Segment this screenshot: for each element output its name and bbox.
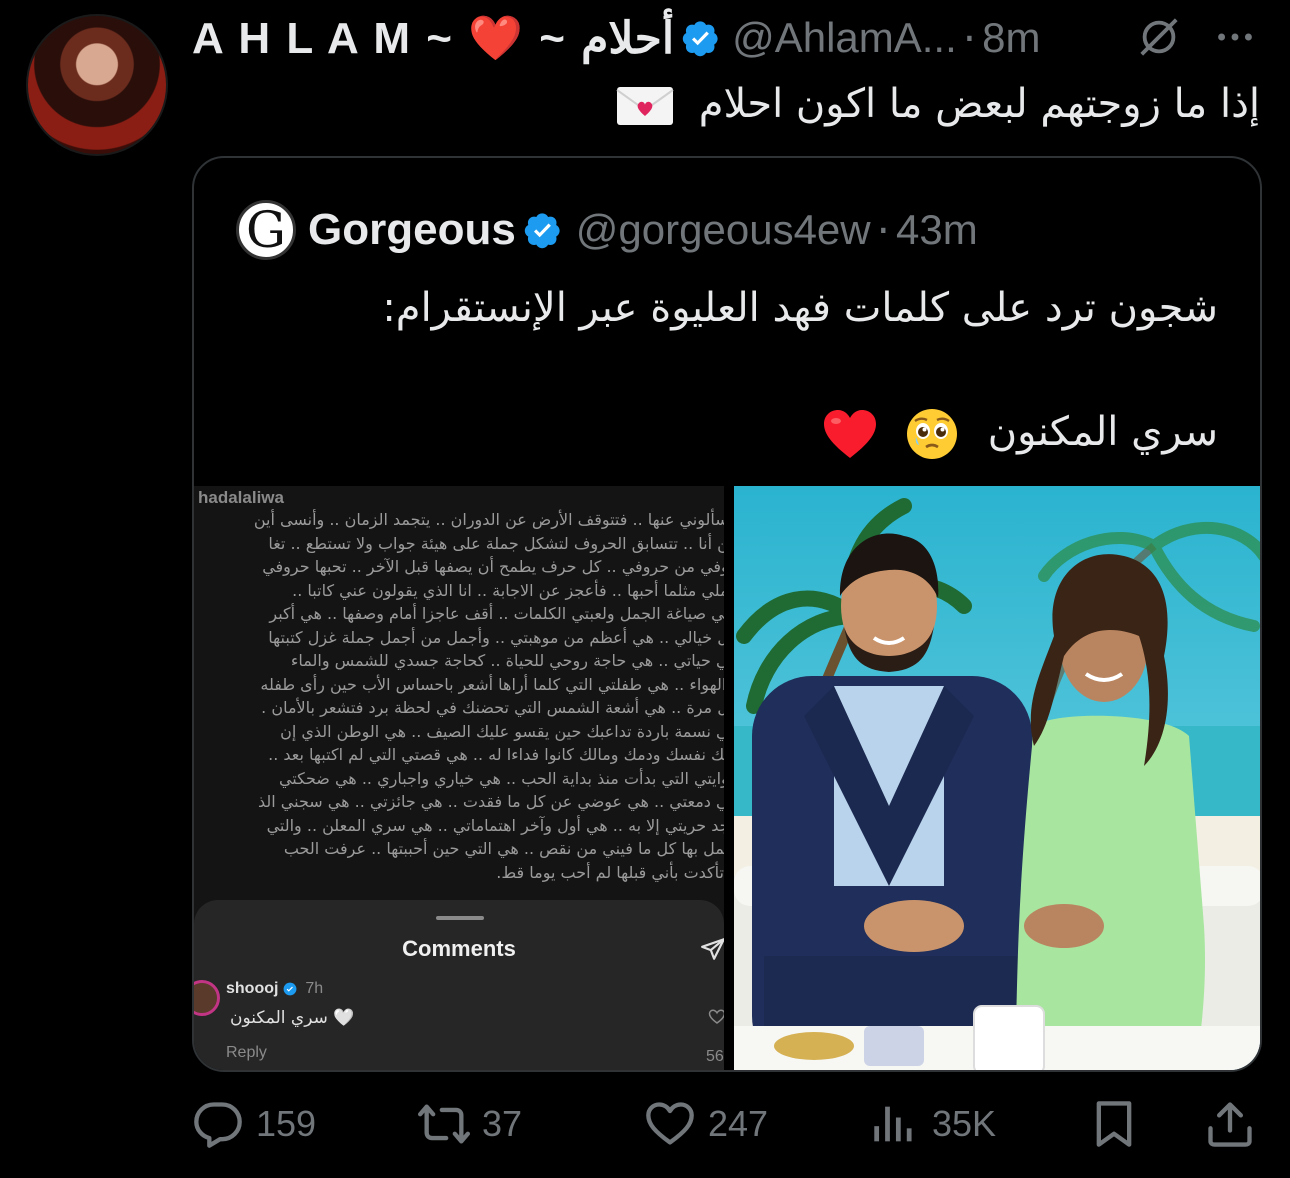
quoted-text-line1: شجون ترد على كلمات فهد العليوة عبر الإنس… [382,285,1218,331]
ig-caption-line: ـي حياتي .. هي حاجة روحي للحياة .. كحاجة… [290,651,724,670]
quoted-text-line2: سري المكنون [238,402,1218,462]
repost-icon [418,1104,470,1144]
quoted-header: G Gorgeous @gorgeous4ew · 43m [236,200,978,260]
ig-comment-header: shoooj 7h [226,980,323,998]
ig-caption-line: ـي دمعتي .. هي عوضي عن كل ما فقدت .. هي … [257,792,724,811]
repost-count: 37 [482,1103,523,1144]
ig-reply-label: Reply [226,1044,267,1061]
author-name[interactable]: A H L A M ~ ❤️ ~ أحلام [192,12,674,64]
ig-caption: يسألوني عنها .. فتتوقف الأرض عن الدوران … [194,508,724,884]
quoted-author-name[interactable]: Gorgeous [308,205,516,255]
ig-caption-line: والهواء .. هي طفلتي التي كلما أراها أشعر… [260,674,724,694]
post-actions: 159 37 247 35K [192,1094,1260,1154]
ig-caption-line: ـل خيالي .. هي أعظم من موهبتي .. وأجمل م… [268,627,724,647]
ig-caption-line: ـتي صياغة الجمل ولعبتي الكلمات .. أقف عا… [269,604,724,623]
ig-comments-sheet: Comments shoooj 7h سري المكنون 🤍 Reply 5… [194,900,724,1070]
reply-action[interactable]: 159 [192,1094,316,1154]
post-time[interactable]: 8m [982,14,1040,62]
separator-dot: · [962,13,977,63]
heart-icon [646,1102,694,1145]
share-icon [1208,1102,1252,1147]
like-action[interactable]: 247 [644,1094,768,1154]
heart-outline-icon [708,1009,724,1024]
pleading-face-icon [907,409,958,459]
ig-caption-line: ـوايتي التي بدأت منذ بداية الحب .. هي خي… [278,768,724,788]
reply-count: 159 [256,1103,317,1144]
verified-badge-icon [682,21,718,57]
quoted-time[interactable]: 43m [896,206,978,254]
ig-comments-title: Comments [402,936,516,961]
quoted-handle[interactable]: @gorgeous4ew [576,206,871,254]
verified-badge-icon [524,213,560,249]
ig-caption-line: ـبك نفسك ودمك ومالك كانوا فداءا له .. هي… [268,745,724,764]
like-count: 247 [708,1103,769,1144]
views-action[interactable]: 35K [868,1094,996,1154]
ig-caption-line: يسألوني عنها .. فتتوقف الأرض عن الدوران … [253,510,724,529]
ig-caption-line: ـن أنا .. تتسابق الحروف لتشكل جملة على ه… [268,533,724,553]
ig-caption-line: ـل مرة .. هي أشعة الشمس التي تحضنك في لح… [261,698,724,717]
quoted-text-line2-content: سري المكنون [987,409,1218,455]
ig-sheet-grabber [436,916,484,920]
quoted-post[interactable]: G Gorgeous @gorgeous4ew · 43m شجون ترد ع… [192,156,1262,1072]
red-heart-icon [824,410,877,458]
couple-photo-illustration [734,486,1260,1070]
ig-caption-line: ـوفي من حروفي .. كل حرف يطمح أن يصفها قب… [262,557,724,576]
ig-caption-line: أجد حريتي إلا به .. هي أول وآخر اهتمامات… [266,815,724,835]
quoted-image-photo[interactable] [734,486,1260,1070]
ig-comment-user: shoooj [226,980,279,997]
ig-comment-text: سري المكنون 🤍 [230,1008,355,1028]
post-text-content: إذا ما زوجتهم لبعض ما اكون احلام [698,81,1260,127]
bookmark-action[interactable] [1088,1094,1140,1154]
quoted-image-instagram[interactable]: hadalaliwa يسألوني عنها .. فتتوقف الأرض … [194,486,724,1070]
ig-caption-line: تأكدت بأني قبلها لم أحب يوما قط. [496,862,724,882]
ig-username: hadalaliwa [198,488,284,507]
ig-caption-line: ـتمل بها كل ما فيني من نقص .. هي التي حي… [283,839,724,858]
author-avatar[interactable] [26,14,168,156]
send-icon [701,938,724,960]
verified-badge-icon [283,982,297,996]
views-count: 35K [932,1103,997,1144]
ig-like-count: 56 [706,1048,724,1065]
views-chart-icon [874,1106,912,1142]
post-header: A H L A M ~ ❤️ ~ أحلام @AhlamA... · 8m [192,12,1272,64]
ig-comment-time: 7h [305,980,324,997]
post-text: إذا ما زوجتهم لبعض ما اكون احلام [192,76,1260,132]
ig-caption-line: ـملي مثلما أحبها .. فأعجز عن الاجابة .. … [292,580,724,600]
reply-icon [194,1102,242,1148]
author-handle[interactable]: @AhlamA... [732,14,957,62]
ig-comment-avatar [194,980,220,1016]
share-action[interactable] [1204,1094,1256,1154]
repost-action[interactable]: 37 [418,1094,522,1154]
love-letter-icon [616,87,674,125]
ig-caption-line: ـي نسمة باردة تداعبك حين يقسو عليك الصيف… [280,721,724,741]
quoted-avatar[interactable]: G [236,200,296,260]
grok-icon[interactable] [1136,14,1182,60]
bookmark-icon [1096,1101,1132,1147]
more-options-icon[interactable] [1210,14,1260,60]
separator-dot: · [876,205,890,255]
